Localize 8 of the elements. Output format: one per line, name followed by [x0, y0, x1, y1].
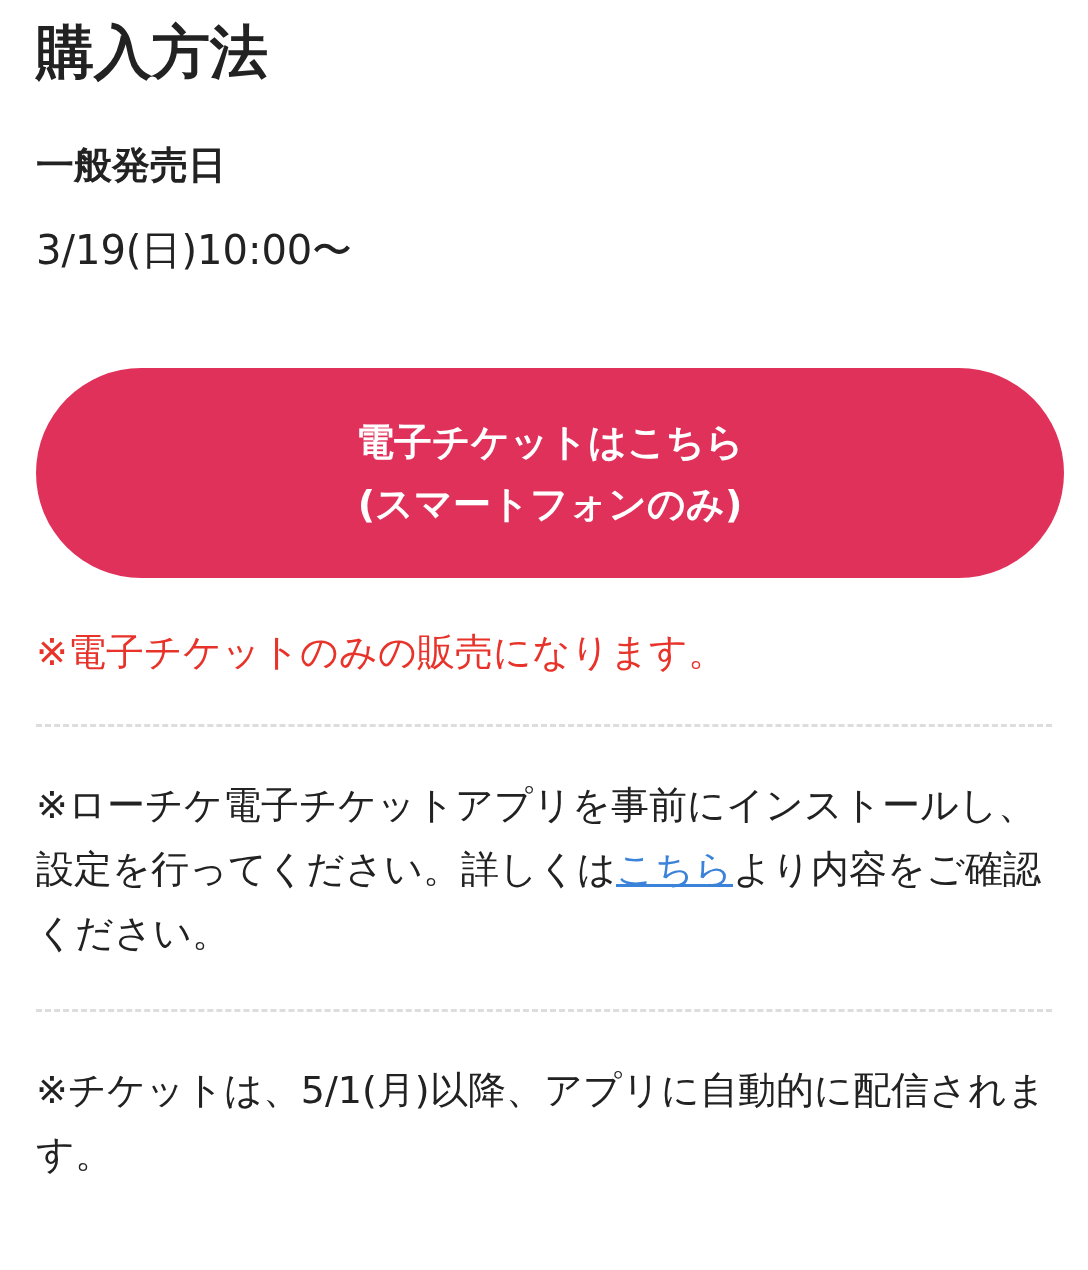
note-text: ※ローチケ電子チケットアプリを事前にインストールし、設定を行ってください。詳しくは こちら より内容をご確認ください。 — [36, 782, 1042, 957]
e-ticket-button[interactable]: 電子チケットはこちら (スマートフォンのみ) — [36, 368, 1064, 578]
page-title: 購入方法 — [36, 17, 268, 88]
warning-text: ※電子チケットのみの販売になります。 — [36, 629, 726, 676]
section-heading: 一般発売日 — [36, 142, 226, 189]
details-link[interactable]: こちら — [616, 847, 733, 891]
sale-date: 3/19(日)10:00〜 — [36, 226, 353, 275]
note-text: ※チケットは、5/1(月)以降、アプリに自動的に配信されます。 — [36, 1067, 1047, 1178]
